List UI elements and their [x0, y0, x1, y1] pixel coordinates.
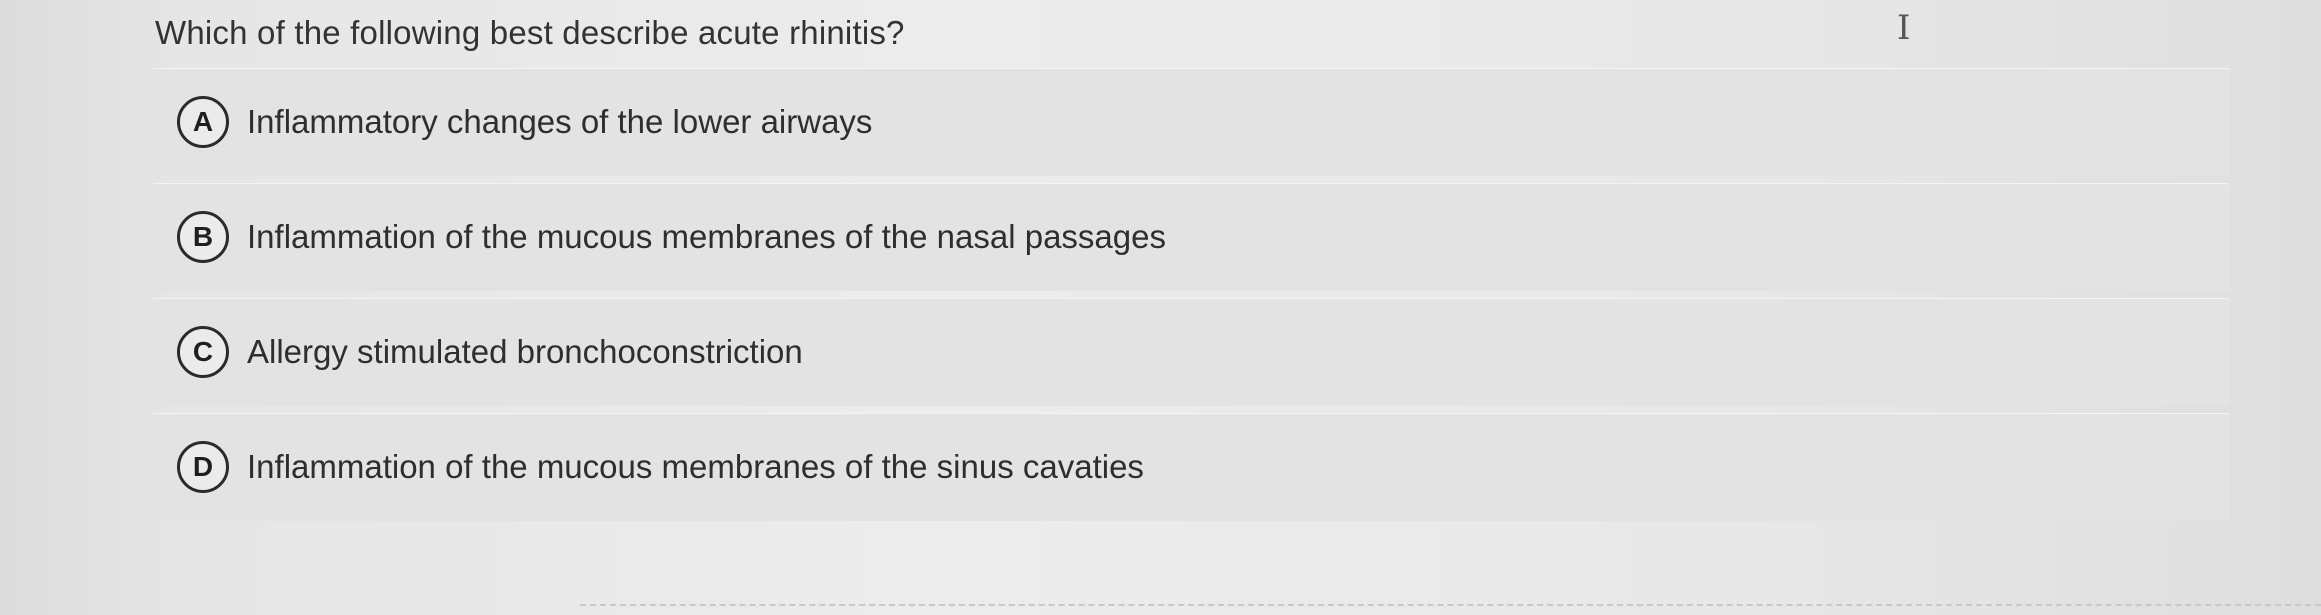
option-letter-badge: A [177, 96, 229, 148]
answer-option-c[interactable]: C Allergy stimulated bronchoconstriction [152, 298, 2230, 406]
answer-option-a[interactable]: A Inflammatory changes of the lower airw… [152, 68, 2230, 176]
section-divider [580, 604, 2321, 606]
option-label: Allergy stimulated bronchoconstriction [247, 333, 803, 370]
answer-option-d[interactable]: D Inflammation of the mucous membranes o… [152, 413, 2230, 521]
text-cursor-icon: I [1897, 8, 1911, 48]
option-label: Inflammation of the mucous membranes of … [247, 218, 1166, 255]
option-label: Inflammation of the mucous membranes of … [247, 448, 1144, 485]
option-letter-badge: B [177, 211, 229, 263]
option-letter-badge: C [177, 326, 229, 378]
option-letter-badge: D [177, 441, 229, 493]
question-text: Which of the following best describe acu… [155, 14, 905, 51]
answer-option-b[interactable]: B Inflammation of the mucous membranes o… [152, 183, 2230, 291]
option-label: Inflammatory changes of the lower airway… [247, 103, 873, 140]
answer-options-list: A Inflammatory changes of the lower airw… [152, 68, 2230, 528]
